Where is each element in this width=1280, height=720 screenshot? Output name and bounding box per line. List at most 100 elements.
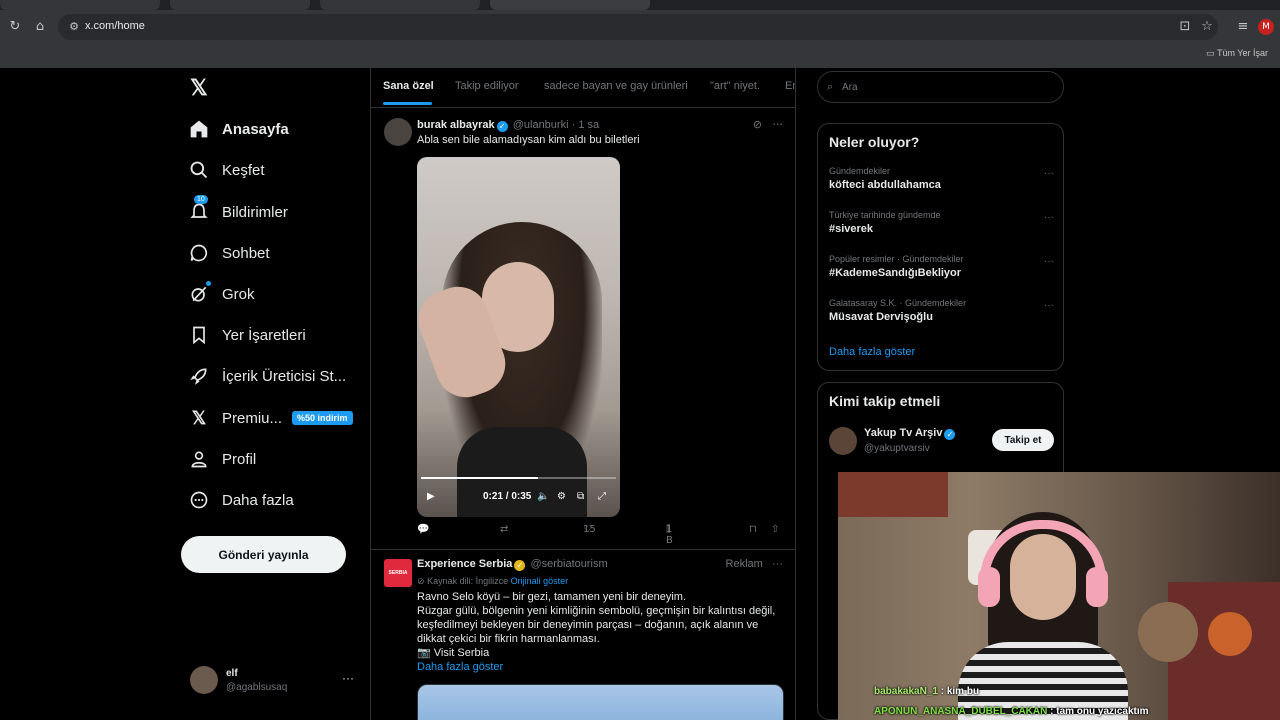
trend-context: Gündemdekiler (829, 166, 891, 176)
home-icon[interactable]: ⌂ (31, 18, 49, 36)
tweet-header: burak albayrak ✓ @ulanburki · 1 sa (417, 119, 599, 132)
grok-icon[interactable]: ⊘ (753, 118, 762, 131)
install-app-icon[interactable]: ⊡ (1176, 18, 1194, 36)
more-dots-icon[interactable]: ··· (1044, 212, 1054, 223)
author-name[interactable]: Experience Serbia (417, 558, 512, 570)
search-box[interactable]: ⌕ Ara (817, 71, 1064, 103)
author-handle[interactable]: @ulanburki (513, 119, 569, 131)
browser-tab[interactable] (0, 0, 160, 10)
tweet-ad[interactable]: SERBIA Experience Serbia ✓ @serbiatourism… (371, 550, 795, 720)
x-logo-icon[interactable]: 𝕏 (190, 77, 210, 99)
follow-button[interactable]: Takip et (992, 429, 1054, 451)
tab-search-icon[interactable]: ≡ (1234, 18, 1252, 36)
trends-show-more-link[interactable]: Daha fazla göster (829, 346, 915, 358)
omnibox[interactable]: ⚙ x.com/home (58, 14, 1218, 40)
more-dots-icon[interactable]: ··· (1044, 168, 1054, 179)
person-icon (188, 448, 210, 470)
search-icon: ⌕ (827, 80, 834, 93)
avatar[interactable] (384, 118, 412, 146)
nav-home[interactable]: Anasayfa (188, 114, 289, 144)
webcam-teddy-bear (1138, 602, 1198, 662)
trend-context: Galatasaray S.K. · Gündemdekiler (829, 298, 967, 308)
tab-list-1[interactable]: sadece bayan ve gay ürünleri (544, 80, 688, 92)
trend-context: Popüler resimler · Gündemdekiler (829, 254, 964, 264)
reload-icon[interactable]: ↻ (6, 18, 24, 36)
search-input[interactable]: Ara (842, 82, 858, 93)
bookmark-star-icon[interactable]: ☆ (1198, 18, 1216, 36)
nav-chat[interactable]: Sohbet (188, 238, 270, 268)
author-handle[interactable]: @serbiatourism (530, 558, 607, 570)
tweet-actions: 💬 ⇄ ♡ 15 ⫼ 1 B ⊓ ⇧ (417, 524, 787, 546)
browser-tab[interactable] (320, 0, 480, 10)
suggested-user-name[interactable]: Yakup Tv Arşiv ✓ (864, 427, 957, 440)
chat-text: : tam onu yazıcaktım (1050, 706, 1149, 717)
more-dots-icon[interactable]: ··· (773, 118, 784, 131)
tab-list-2[interactable]: "art" niyet. (710, 80, 760, 92)
account-switcher[interactable]: elf @agablsusaq ··· (190, 666, 360, 696)
picture-in-picture-icon[interactable]: ⧉ (577, 491, 584, 502)
profile-avatar-icon[interactable]: M (1258, 19, 1274, 35)
trend-item[interactable]: Gündemdekiler köfteci abdullahamca ··· (829, 166, 1054, 191)
suggested-user-handle: @yakuptvarsiv (864, 443, 930, 454)
trend-item[interactable]: Popüler resimler · Gündemdekiler #Kademe… (829, 254, 1054, 279)
nav-bookmarks-label: Yer İşaretleri (222, 326, 306, 344)
tweet-top-actions: ⊘ ··· (753, 118, 783, 131)
tab-list-3[interactable]: En (785, 80, 795, 92)
bookmark-icon[interactable]: ⊓ (749, 524, 757, 535)
webcam-overlay: babakakaN_1 : kim bu APONUN_ANASNA_DUBEL… (838, 472, 1280, 720)
headset-earcup-left (978, 567, 1000, 607)
nav-premium[interactable]: 𝕏 Premiu... %50 indirim (188, 403, 353, 433)
tab-for-you[interactable]: Sana özel (383, 80, 434, 92)
share-icon[interactable]: ⇧ (771, 524, 779, 535)
webcam-sun-pattern (1208, 612, 1252, 656)
video-player[interactable]: ▶ 0:21 / 0:35 🔈 ⚙ ⧉ ⤢ (417, 157, 620, 517)
fullscreen-icon[interactable]: ⤢ (598, 491, 606, 502)
bookmark-icon (188, 324, 210, 346)
chat-text: : kim bu (940, 686, 980, 697)
more-dots-icon[interactable]: ··· (772, 558, 783, 570)
browser-tab-active[interactable] (490, 0, 650, 10)
timeline-tabs: Sana özel Takip ediliyor sadece bayan ve… (371, 68, 795, 108)
bell-icon: 10 (188, 195, 210, 223)
bookmarks-bar: ▭ Tüm Yer İşar (0, 44, 1280, 68)
tweet-text: Ravno Selo köyü – bir gezi, tamamen yeni… (417, 590, 787, 674)
show-original-link[interactable]: Orijinali göster (511, 576, 569, 586)
trend-item[interactable]: Türkiye tarihinde gündemde #siverek ··· (829, 210, 1054, 235)
nav-explore[interactable]: Keşfet (188, 155, 265, 185)
all-bookmarks-folder[interactable]: ▭ Tüm Yer İşar (1206, 48, 1268, 59)
nav-notifications[interactable]: 10 Bildirimler (188, 195, 288, 227)
more-dots-icon[interactable]: ··· (1044, 256, 1054, 267)
nav-more[interactable]: Daha fazla (188, 485, 294, 515)
retweet-icon[interactable]: ⇄ (500, 524, 508, 535)
settings-gear-icon[interactable]: ⚙ (557, 491, 566, 502)
tab-following[interactable]: Takip ediliyor (455, 80, 519, 92)
x-premium-icon: 𝕏 (191, 407, 207, 428)
author-name[interactable]: burak albayrak (417, 119, 495, 131)
play-icon[interactable]: ▶ (427, 491, 435, 502)
nav-bookmarks[interactable]: Yer İşaretleri (188, 320, 306, 350)
tab-strip (0, 0, 1280, 10)
nav-creator-studio[interactable]: İçerik Üreticisi St... (188, 361, 346, 391)
nav-grok-label: Grok (222, 285, 255, 303)
nav-profile[interactable]: Profil (188, 444, 256, 474)
verified-badge-icon: ✓ (944, 429, 956, 440)
tweet-time[interactable]: · 1 sa (572, 119, 600, 131)
more-dots-icon[interactable]: ··· (1044, 300, 1054, 311)
tweet[interactable]: burak albayrak ✓ @ulanburki · 1 sa ⊘ ··· … (371, 112, 795, 550)
site-info-icon[interactable]: ⚙ (66, 19, 82, 35)
reply-icon[interactable]: 💬 (417, 524, 429, 535)
trend-item[interactable]: Galatasaray S.K. · Gündemdekiler Müsavat… (829, 298, 1054, 323)
post-button[interactable]: Gönderi yayınla (181, 536, 346, 573)
browser-tab[interactable] (170, 0, 310, 10)
avatar[interactable]: SERBIA (384, 559, 412, 587)
video-progress-bar[interactable] (421, 477, 616, 479)
tweet-media-image[interactable] (417, 684, 784, 720)
nav-grok[interactable]: Grok (188, 279, 255, 309)
show-more-link[interactable]: Daha fazla göster (417, 660, 787, 674)
main-timeline: Sana özel Takip ediliyor sadece bayan ve… (370, 68, 796, 720)
view-count: 1 B (666, 524, 673, 546)
volume-icon[interactable]: 🔈 (537, 491, 549, 502)
url-text[interactable]: x.com/home (85, 20, 145, 32)
more-dots-icon[interactable]: ··· (342, 671, 354, 685)
avatar[interactable] (829, 427, 857, 455)
